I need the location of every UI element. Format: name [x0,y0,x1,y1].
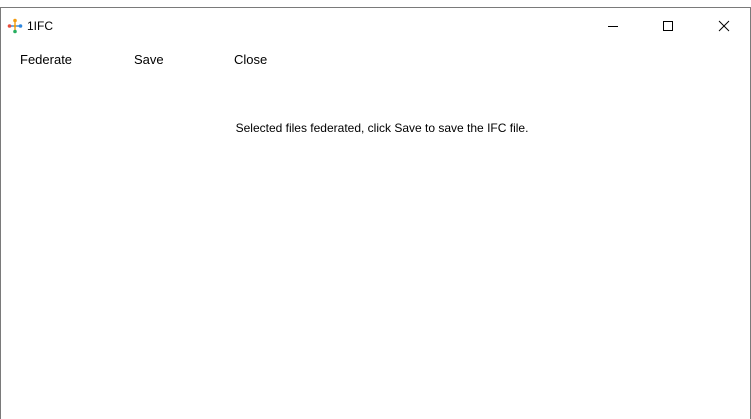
close-icon [718,20,730,32]
minimize-button[interactable] [590,8,636,44]
maximize-button[interactable] [645,8,691,44]
menu-item-save[interactable]: Save [134,52,164,67]
federate-nodes-icon [7,18,23,34]
minimize-icon [608,26,618,27]
close-window-button[interactable] [701,8,747,44]
menu-item-close[interactable]: Close [234,52,267,67]
menu-item-federate[interactable]: Federate [20,52,72,67]
title-bar[interactable]: 1IFC [1,8,750,44]
app-window: 1IFC Federate Save Close Selected files … [0,7,751,419]
maximize-icon [663,21,673,31]
menu-bar: Federate Save Close [1,44,750,74]
status-message: Selected files federated, click Save to … [235,121,529,135]
window-title: 1IFC [27,19,54,33]
